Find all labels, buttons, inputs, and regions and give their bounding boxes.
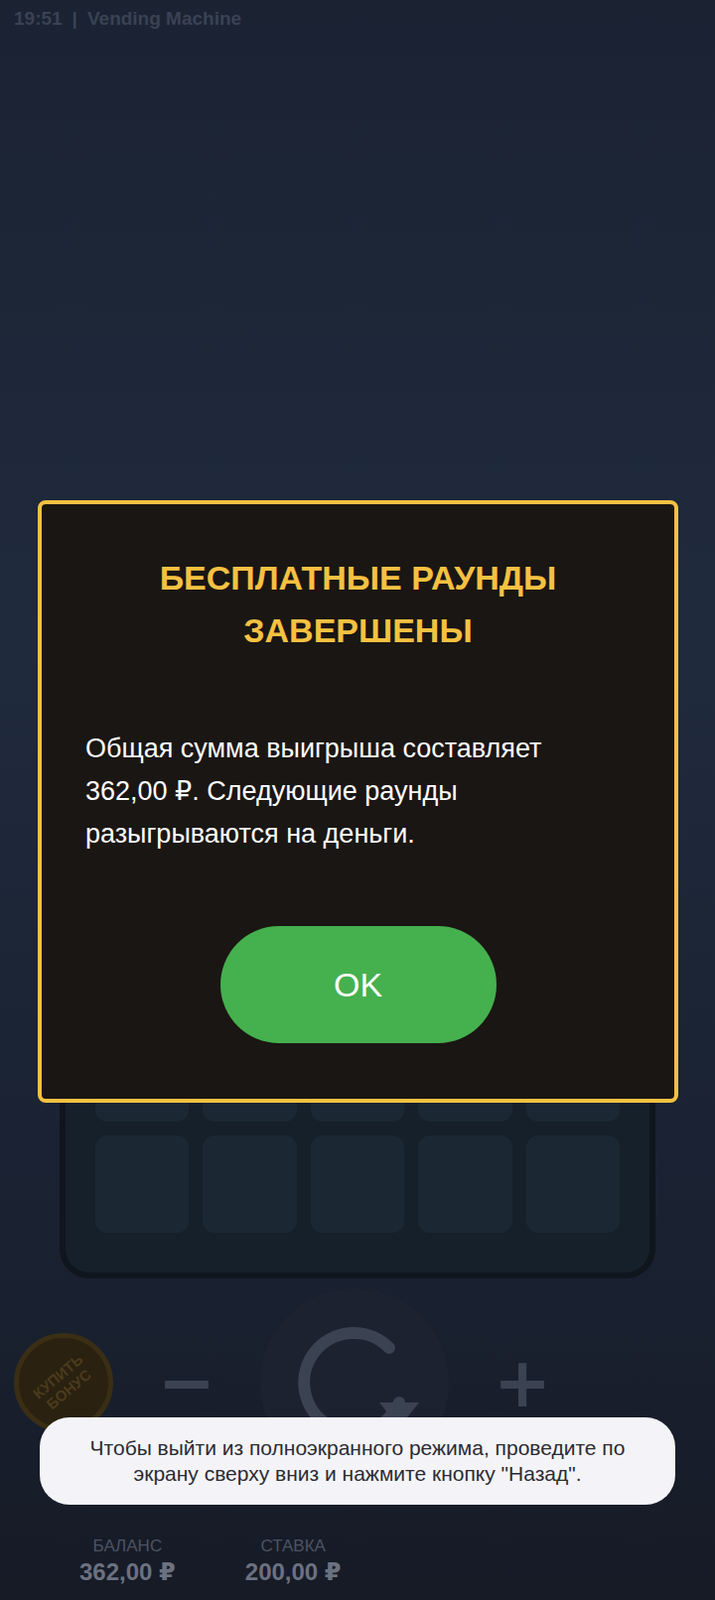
status-bar: 19:51 | Vending Machine: [0, 0, 715, 38]
info-label: БАЛАНС: [93, 1537, 163, 1558]
reel-cell: [202, 1136, 296, 1234]
dialog-title: БЕСПЛАТНЫЕ РАУНДЫ ЗАВЕРШЕНЫ: [125, 552, 592, 657]
fullscreen-toast: Чтобы выйти из полноэкранного режима, пр…: [39, 1418, 676, 1506]
dialog-message: Общая сумма выигрыша составляет 362,00 ₽…: [85, 727, 631, 856]
increase-bet-button[interactable]: +: [477, 1338, 568, 1429]
reel-cell: [418, 1136, 512, 1234]
game-screen: 19:51|Vending MachineКУПИТЬ БОНУС−+БАЛАН…: [0, 0, 715, 1600]
reel-cell: [95, 1136, 189, 1234]
reel-cell: [310, 1136, 405, 1234]
ok-button[interactable]: OK: [220, 926, 497, 1044]
info-item: БАЛАНС362,00 ₽: [79, 1537, 176, 1587]
info-value: 200,00 ₽: [245, 1559, 342, 1587]
separator: |: [72, 7, 78, 30]
info-value: 362,00 ₽: [79, 1559, 176, 1587]
free-rounds-dialog: БЕСПЛАТНЫЕ РАУНДЫ ЗАВЕРШЕНЫ Общая сумма в…: [37, 500, 679, 1104]
game-title: Vending Machine: [87, 7, 242, 30]
reel-cell: [526, 1136, 620, 1234]
info-item: СТАВКА200,00 ₽: [245, 1537, 342, 1587]
decrease-bet-button[interactable]: −: [142, 1338, 232, 1429]
info-label: СТАВКА: [260, 1537, 325, 1558]
time: 19:51: [13, 7, 63, 30]
